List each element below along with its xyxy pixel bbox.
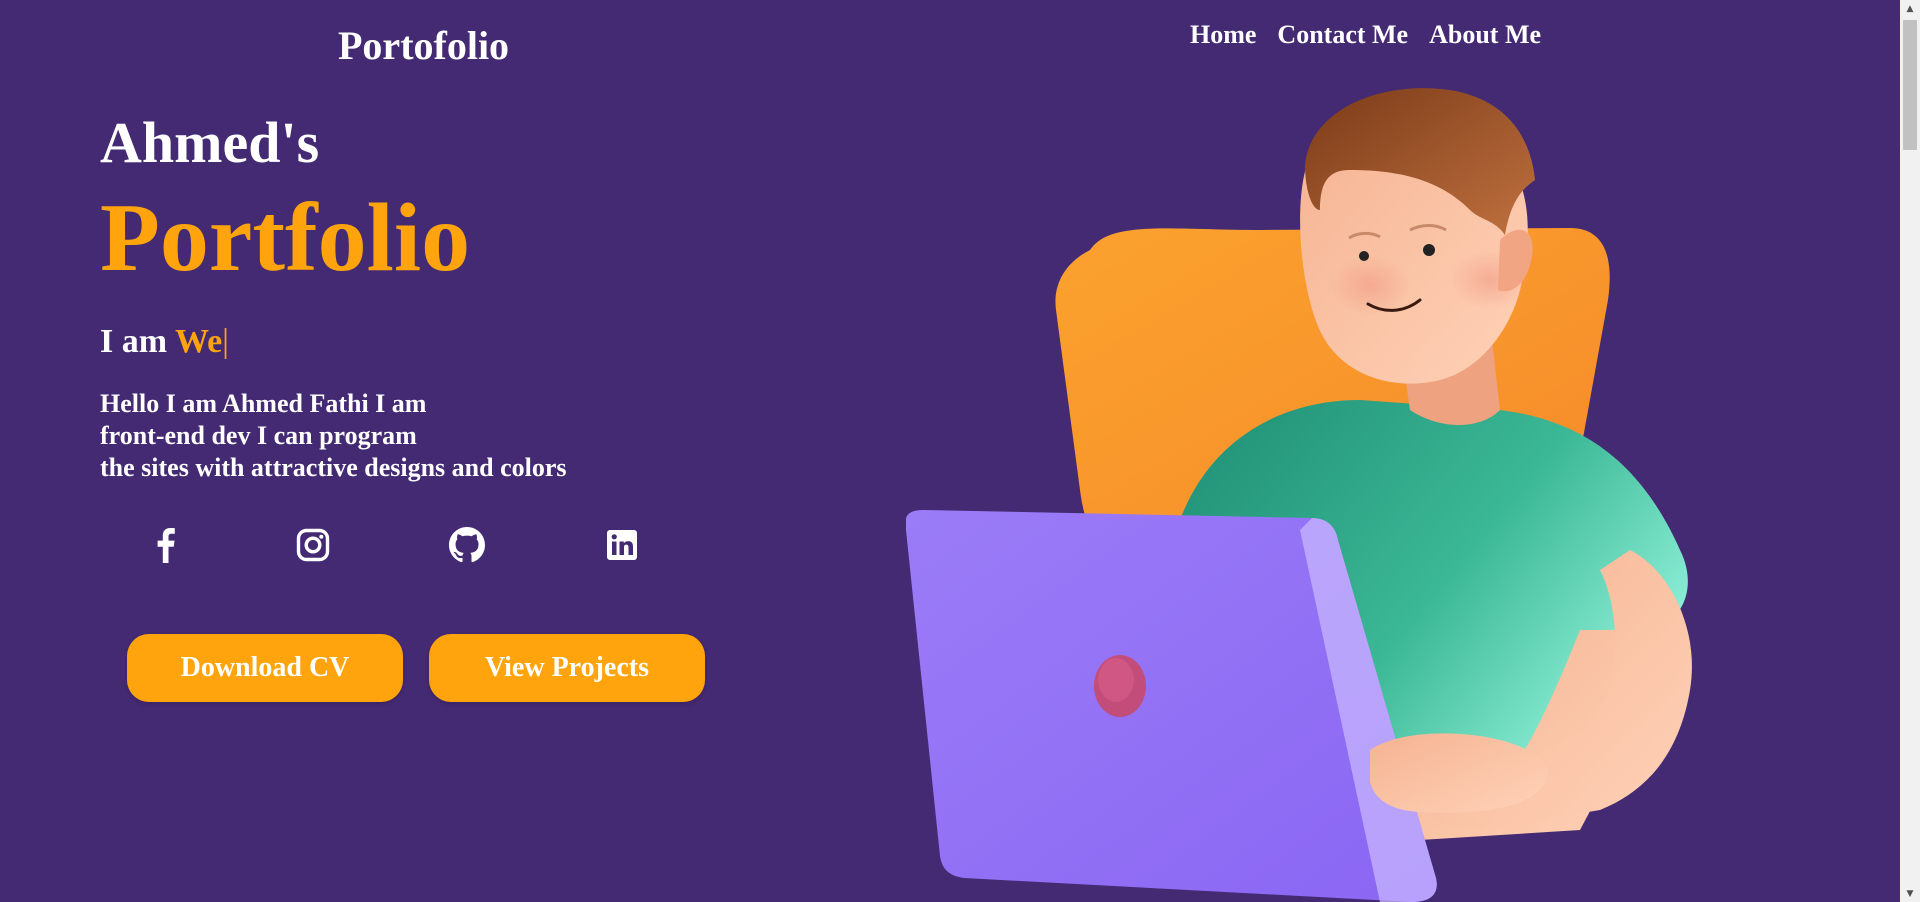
nav-home-link[interactable]: Home — [1190, 18, 1256, 52]
typing-headline: I am We| — [100, 320, 229, 364]
nav-contact-link[interactable]: Contact Me — [1277, 18, 1408, 52]
download-cv-button[interactable]: Download CV — [127, 634, 403, 702]
bio-line: front-end dev I can program — [100, 421, 417, 450]
hero-bio: Hello I am Ahmed Fathi I am front-end de… — [100, 388, 567, 484]
nav-about-link[interactable]: About Me — [1429, 18, 1541, 52]
hero-title: Portfolio — [100, 184, 471, 292]
bio-line: the sites with attractive designs and co… — [100, 453, 567, 482]
scroll-down-icon[interactable]: ▼ — [1900, 885, 1920, 902]
typing-caret: | — [222, 323, 229, 360]
main-nav: Home Contact Me About Me — [1190, 18, 1541, 52]
hero-illustration — [906, 88, 1692, 902]
bio-line: Hello I am Ahmed Fathi I am — [100, 389, 427, 418]
social-links — [0, 520, 700, 570]
page-scrollbar[interactable]: ▲ ▼ — [1900, 0, 1920, 902]
site-brand: Portofolio — [338, 23, 510, 68]
scroll-up-icon[interactable]: ▲ — [1900, 0, 1920, 17]
facebook-icon[interactable] — [143, 520, 187, 570]
typing-text: We — [174, 323, 223, 360]
typing-prefix: I am — [100, 323, 175, 360]
hero-owner-name: Ahmed's — [100, 110, 320, 175]
linkedin-icon[interactable] — [600, 520, 644, 570]
scrollbar-thumb[interactable] — [1903, 20, 1917, 150]
github-icon[interactable] — [445, 520, 489, 570]
instagram-icon[interactable] — [291, 520, 335, 570]
view-projects-button[interactable]: View Projects — [429, 634, 705, 702]
